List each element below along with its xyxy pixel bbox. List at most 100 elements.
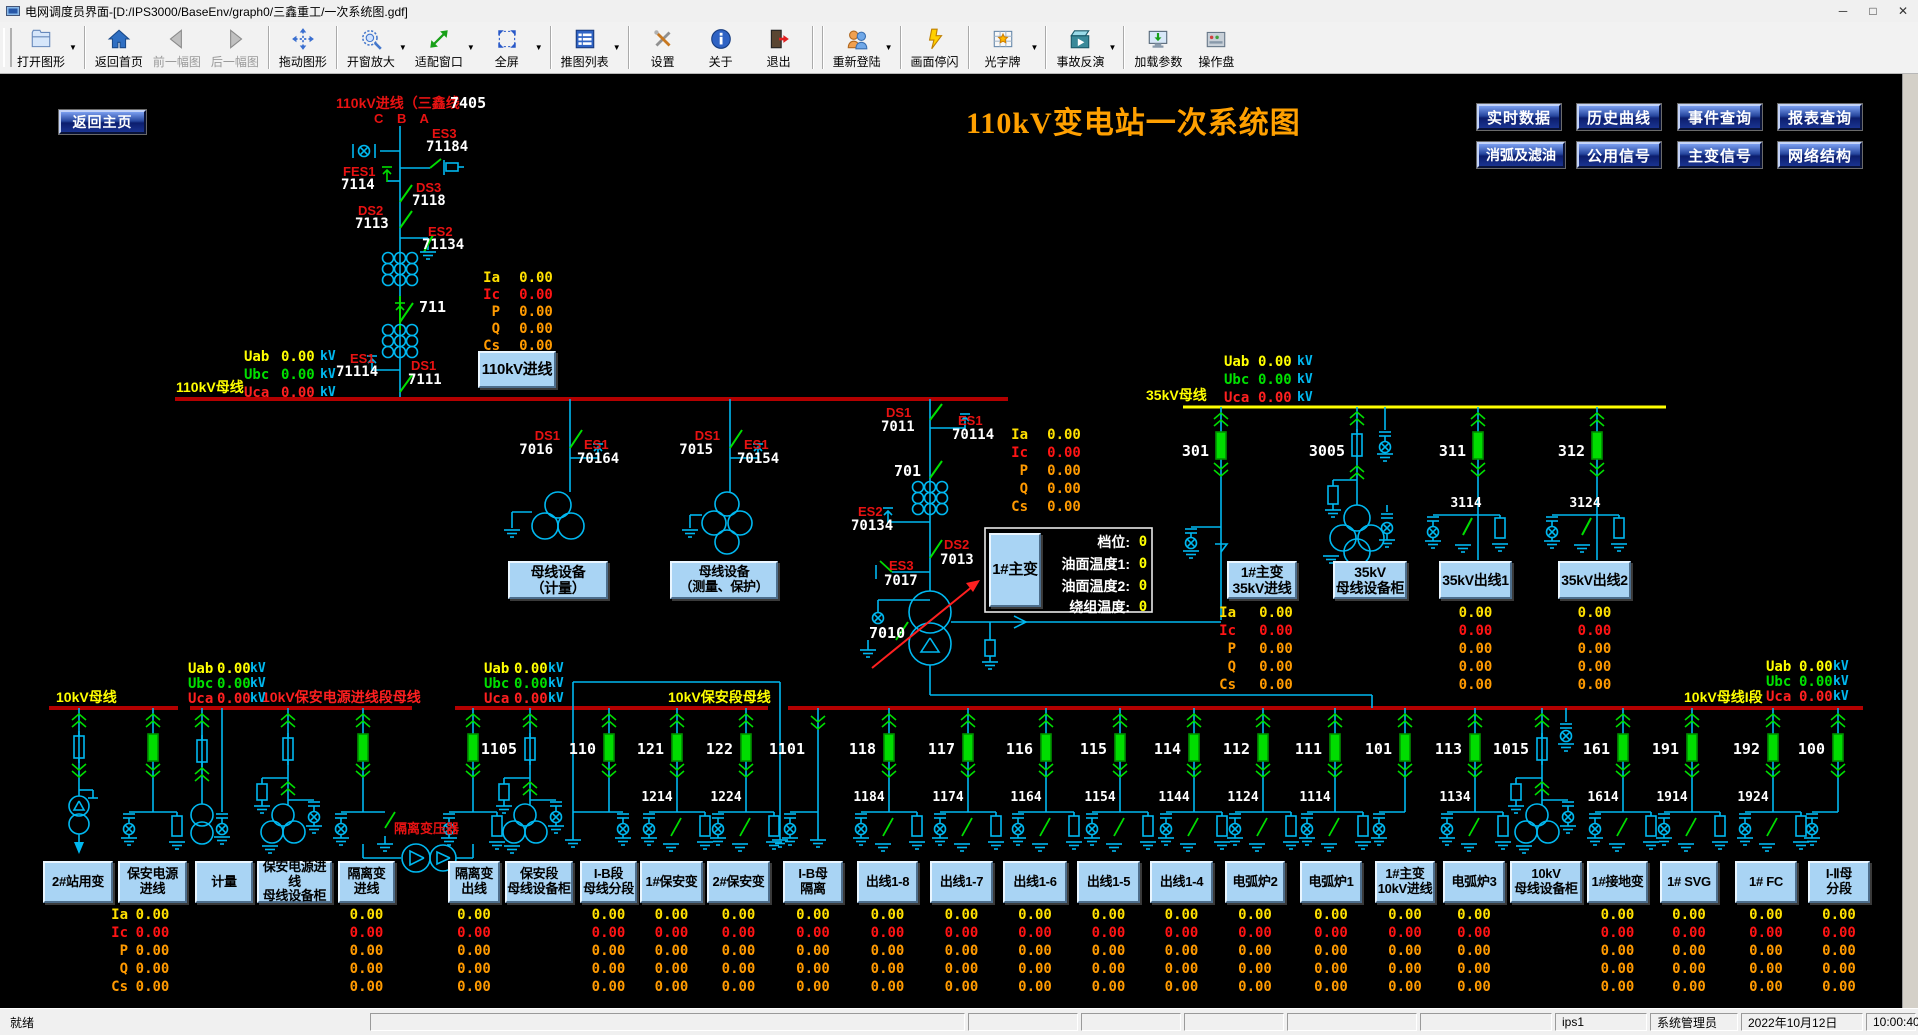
diagram-button-10kv-feeder[interactable]: 1# SVG [1660, 861, 1718, 903]
diagram-button-10kv-feeder[interactable]: 1#保安变 [640, 861, 703, 903]
feeder-meas-value: 0.00 [709, 908, 769, 923]
diagram-button-10kv-feeder[interactable]: I-Ⅱ母分段 [1808, 861, 1870, 903]
toolbar-zoomwin-button[interactable]: 开窗放大▼ [342, 24, 410, 71]
toolbar-grip[interactable] [3, 28, 12, 67]
feeder-meas-value: 0.00 [1225, 944, 1285, 959]
diagram-button-10kv-feeder[interactable]: 电弧炉3 [1443, 861, 1505, 903]
diagram-button-10kv-feeder[interactable]: 出线1-5 [1077, 861, 1140, 903]
minimize-button[interactable]: ─ [1828, 1, 1858, 22]
toolbar-home-button[interactable]: 返回首页 [90, 24, 148, 71]
toolbar-exit-button[interactable]: 退出 [750, 24, 808, 71]
diagram-button-10kv-feeder[interactable]: 隔离变进线 [338, 861, 395, 903]
diagram-button-10kv-feeder[interactable]: 隔离变出线 [448, 861, 500, 903]
bus-label: 10kV母线 [56, 690, 117, 705]
chevron-down-icon[interactable]: ▼ [885, 43, 893, 52]
device-number: 701 [894, 464, 921, 480]
chevron-down-icon[interactable]: ▼ [1031, 43, 1039, 52]
diagram-button-10kv-feeder[interactable]: 保安电源进线 [118, 861, 187, 903]
diagram-button-10kv-feeder[interactable]: 电弧炉2 [1225, 861, 1285, 903]
chevron-down-icon[interactable]: ▼ [613, 43, 621, 52]
diagram-button-10kv-feeder[interactable]: 1#主变10kV进线 [1375, 861, 1435, 903]
chevron-down-icon[interactable]: ▼ [1108, 43, 1116, 52]
diagram-button-10kv-feeder[interactable]: 保安电源进线母线设备柜 [257, 861, 332, 903]
diagram-button-10kv-feeder[interactable]: 出线1-7 [930, 861, 993, 903]
feeder-meas-value: 0.00 [1301, 980, 1361, 995]
toolbar-replay-button[interactable]: 事故反演▼ [1051, 24, 1119, 71]
bus-label: 35kV母线 [1146, 388, 1207, 403]
diagram-button-10kv-feeder[interactable]: 10kV母线设备柜 [1510, 861, 1582, 903]
toolbar-open-button[interactable]: 打开图形▼ [12, 24, 80, 71]
close-button[interactable]: ✕ [1888, 1, 1918, 22]
diagram-button-bus-equipment[interactable]: 母线设备（测量、保护） [670, 561, 778, 599]
toolbar-panel-button[interactable]: 操作盘 [1187, 24, 1245, 71]
diagram-button-110kv-incoming[interactable]: 110kV进线 [478, 351, 556, 388]
diagram-button-10kv-feeder[interactable]: 计量 [195, 861, 253, 903]
toolbar-prev-button[interactable]: 前一幅图 [148, 24, 206, 71]
nav-network-structure-button[interactable]: 网络结构 [1778, 142, 1862, 168]
toolbar-lightboard-button[interactable]: 光字牌▼ [974, 24, 1042, 71]
diagram-button-10kv-feeder[interactable]: 出线1-6 [1003, 861, 1067, 903]
nav-realtime-data-button[interactable]: 实时数据 [1477, 104, 1561, 130]
toolbar-settings-button[interactable]: 设置 [634, 24, 692, 71]
chevron-down-icon[interactable]: ▼ [399, 43, 407, 52]
feeder-meas-value: 0.00 [932, 944, 992, 959]
status-pane [968, 1013, 1078, 1031]
feeder-meas-value: 0.00 [1375, 980, 1435, 995]
right-scroll-strip[interactable] [1902, 74, 1918, 1008]
diagram-button-35kv-feeder[interactable]: 1#主变35kV进线 [1227, 561, 1297, 599]
maximize-button[interactable]: □ [1858, 1, 1888, 22]
toolbar-stopflash-button[interactable]: 画面停闪 [906, 24, 964, 71]
diagram-button-10kv-feeder[interactable]: I-B段母线分段 [580, 861, 637, 903]
toolbar-separator [1045, 26, 1047, 69]
diagram-button-10kv-feeder[interactable]: 2#保安变 [707, 861, 770, 903]
diagram-button-35kv-feeder[interactable]: 35kV出线1 [1439, 561, 1512, 599]
next-icon [223, 26, 247, 52]
feeder-meas-value: 0.00 [1225, 980, 1285, 995]
chevron-down-icon[interactable]: ▼ [535, 43, 543, 52]
toolbar-relogin-button[interactable]: 重新登陆▼ [828, 24, 896, 71]
feeder-meas-value: 0.00 [1736, 980, 1796, 995]
toolbar-list-button[interactable]: 推图列表▼ [556, 24, 624, 71]
nav-common-signal-button[interactable]: 公用信号 [1577, 142, 1661, 168]
diagram-button-35kv-feeder[interactable]: 35kV出线2 [1558, 561, 1631, 599]
toolbar-full-button[interactable]: 全屏▼ [478, 24, 546, 71]
main-transformer-meas-label: Ic [990, 446, 1028, 461]
transformer-note: 隔离变压器 [394, 822, 459, 836]
incoming-meas-value: 0.00 [506, 288, 566, 303]
nav-event-query-button[interactable]: 事件查询 [1678, 104, 1762, 130]
feeder-number: 101 [1350, 742, 1392, 758]
toolbar-next-button[interactable]: 后一幅图 [206, 24, 264, 71]
35kv-meas-label: P [1198, 642, 1236, 657]
nav-report-query-button[interactable]: 报表查询 [1778, 104, 1862, 130]
incoming-meas-label: Ic [462, 288, 500, 303]
home-button[interactable]: 返回主页 [59, 110, 146, 134]
voltage-label: Uca [1766, 690, 1791, 705]
fit-icon [427, 26, 451, 52]
feeder-meas-value: 0.00 [642, 962, 702, 977]
nav-arc-suppression-oil-filter-button[interactable]: 消弧及滤油 [1477, 142, 1565, 168]
diagram-button-bus-equipment[interactable]: 母线设备（计量） [508, 561, 608, 599]
diagram-button-10kv-feeder[interactable]: 2#站用变 [43, 861, 113, 903]
status-ready: 就绪 [2, 1014, 370, 1031]
nav-history-curve-button[interactable]: 历史曲线 [1577, 104, 1661, 130]
toolbar-drag-button[interactable]: 拖动图形 [274, 24, 332, 71]
toolbar-fit-button[interactable]: 适配窗口▼ [410, 24, 478, 71]
nav-main-transformer-signal-button[interactable]: 主变信号 [1678, 142, 1762, 168]
voltage-value: 0.00 [1799, 660, 1833, 675]
diagram-button-10kv-feeder[interactable]: 出线1-8 [857, 861, 918, 903]
diagram-button-10kv-feeder[interactable]: 电弧炉1 [1300, 861, 1362, 903]
main-transformer-meas-label: P [990, 464, 1028, 479]
diagram-button-10kv-feeder[interactable]: 出线1-4 [1150, 861, 1213, 903]
diagram-button-10kv-feeder[interactable]: 保安段母线设备柜 [505, 861, 573, 903]
chevron-down-icon[interactable]: ▼ [467, 43, 475, 52]
device-label: DS1 [670, 429, 720, 443]
chevron-down-icon[interactable]: ▼ [69, 43, 77, 52]
diagram-button-main-transformer[interactable]: 1#主变 [989, 533, 1041, 607]
toolbar-about-button[interactable]: 关于 [692, 24, 750, 71]
toolbar-load-button[interactable]: 加载参数 [1129, 24, 1187, 71]
diagram-button-35kv-feeder[interactable]: 35kV母线设备柜 [1333, 561, 1407, 599]
feeder-meas-value: 0.00 [783, 980, 843, 995]
diagram-button-10kv-feeder[interactable]: I-B母隔离 [783, 861, 843, 903]
diagram-button-10kv-feeder[interactable]: 1#接地变 [1587, 861, 1648, 903]
diagram-button-10kv-feeder[interactable]: 1# FC [1735, 861, 1797, 903]
